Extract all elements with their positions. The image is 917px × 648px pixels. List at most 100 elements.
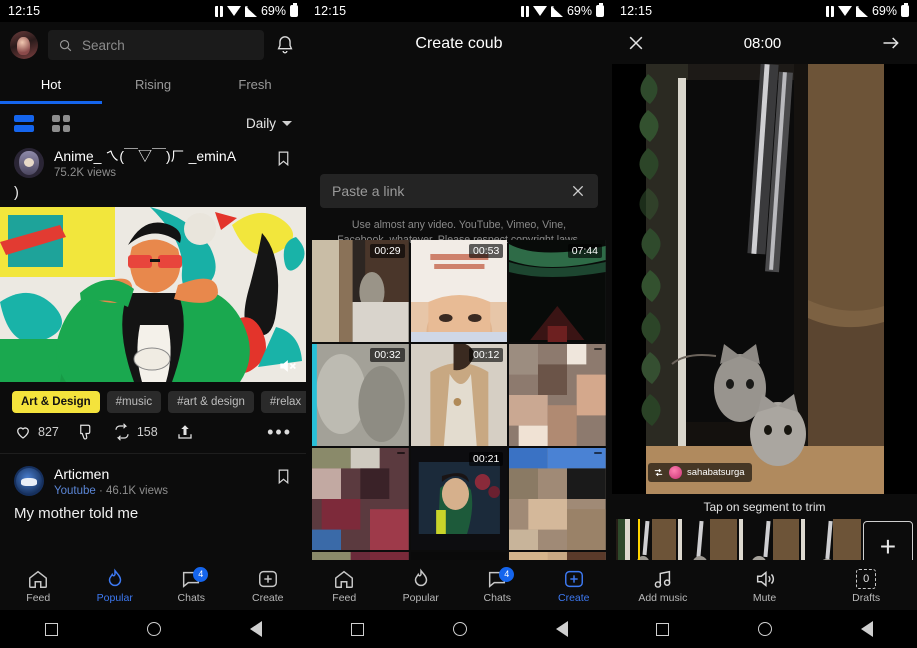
share-icon — [176, 423, 194, 441]
share-button[interactable] — [176, 423, 194, 441]
gallery-item[interactable] — [509, 344, 606, 446]
vibrate-icon — [215, 6, 223, 17]
nav-item-create[interactable]: Create — [536, 567, 613, 604]
video-preview[interactable]: sahabatsurga — [612, 64, 917, 494]
trim-screen: 12:15 69% 08:00 — [612, 0, 917, 648]
mute-icon[interactable] — [276, 356, 298, 376]
feed-tabs: Hot Rising Fresh — [0, 68, 306, 104]
nav-item-chats[interactable]: 4 Chats — [153, 567, 230, 604]
search-placeholder: Search — [82, 38, 125, 53]
recent-apps-icon[interactable] — [45, 623, 58, 636]
mute-button[interactable]: Mute — [714, 567, 816, 604]
post-media[interactable] — [0, 207, 306, 382]
duration-label: 00:32 — [370, 348, 404, 362]
gallery-item[interactable]: 00:29 — [312, 240, 409, 342]
duration-label: 00:21 — [469, 452, 503, 466]
close-icon[interactable] — [570, 183, 586, 199]
profile-avatar[interactable] — [10, 31, 38, 59]
nav-item-popular[interactable]: Popular — [383, 567, 460, 604]
plus-box-icon — [230, 567, 307, 591]
like-button[interactable]: 827 — [14, 423, 59, 441]
trim-duration: 08:00 — [744, 35, 782, 52]
close-icon[interactable] — [626, 33, 646, 53]
add-music-button[interactable]: Add music — [612, 567, 714, 604]
drafts-button[interactable]: 0 Drafts — [815, 567, 917, 604]
tab-rising[interactable]: Rising — [102, 68, 204, 104]
home-circle-icon[interactable] — [453, 622, 467, 636]
search-input[interactable]: Search — [48, 30, 264, 60]
system-nav-bar — [0, 610, 306, 648]
tag-category[interactable]: Art & Design — [12, 391, 100, 413]
status-time: 12:15 — [314, 4, 346, 18]
gallery-item[interactable]: 00:21 — [411, 448, 508, 550]
battery-percent: 69% — [261, 4, 286, 18]
gallery-item[interactable]: 00:53 — [411, 240, 508, 342]
watermark-avatar — [669, 466, 682, 479]
duration-label: 00:12 — [469, 348, 503, 362]
post-media-artwork — [0, 207, 306, 382]
gallery-item[interactable]: 00:32 — [312, 344, 409, 446]
like-count: 827 — [38, 425, 59, 439]
avatar[interactable] — [14, 466, 44, 496]
create-top-bar: Create coub — [306, 22, 612, 66]
chats-badge: 4 — [499, 567, 514, 582]
flame-icon — [383, 567, 460, 591]
home-circle-icon[interactable] — [758, 622, 772, 636]
nav-item-chats[interactable]: 4 Chats — [459, 567, 536, 604]
post-username[interactable]: Articmen — [54, 466, 265, 483]
paste-link-input[interactable]: Paste a link — [320, 174, 598, 208]
nav-item-create[interactable]: Create — [230, 567, 307, 604]
status-time: 12:15 — [8, 4, 40, 18]
avatar[interactable] — [14, 148, 44, 178]
post-header: Articmen Youtube · 46.1K views — [0, 460, 306, 499]
wifi-icon — [533, 6, 547, 16]
page-title: Create coub — [415, 35, 502, 53]
post-username[interactable]: Anime_ ㄟ(￣▽￣)ㄏ _eminA — [54, 148, 265, 165]
gallery-item[interactable]: 00:12 — [411, 344, 508, 446]
status-bar: 12:15 69% — [306, 0, 612, 22]
nav-item-feed[interactable]: Feed — [0, 567, 77, 604]
nav-label: Feed — [306, 592, 383, 604]
tool-label: Mute — [714, 592, 816, 604]
recoub-button[interactable]: 158 — [113, 423, 158, 441]
duration-label — [594, 452, 602, 454]
post-views: · 46.1K views — [99, 485, 168, 497]
gallery-item[interactable] — [509, 448, 606, 550]
tool-label: Drafts — [815, 592, 917, 604]
back-icon[interactable] — [861, 621, 873, 637]
system-nav-bar — [306, 610, 612, 648]
speaker-icon — [714, 567, 816, 591]
trim-top-bar: 08:00 — [612, 22, 917, 64]
nav-item-feed[interactable]: Feed — [306, 567, 383, 604]
tag-art-design[interactable]: #art & design — [168, 391, 254, 413]
bookmark-icon[interactable] — [275, 148, 292, 174]
gallery-item[interactable]: 07:44 — [509, 240, 606, 342]
more-options-icon[interactable]: ••• — [267, 427, 292, 437]
repost-icon — [653, 467, 664, 478]
signal-icon — [551, 6, 563, 17]
gallery-item[interactable] — [312, 448, 409, 550]
period-filter[interactable]: Daily — [246, 116, 292, 131]
system-nav-bar — [612, 610, 917, 648]
tag-music[interactable]: #music — [107, 391, 161, 413]
tag-relax[interactable]: #relax — [261, 391, 306, 413]
bell-icon[interactable] — [274, 34, 296, 56]
grid-view-icon[interactable] — [52, 115, 70, 132]
post-actions: 827 158 ••• — [0, 419, 306, 451]
list-view-icon[interactable] — [14, 115, 34, 132]
post-tags: Art & Design #music #art & design #relax — [0, 382, 306, 419]
tab-hot[interactable]: Hot — [0, 68, 102, 104]
tab-fresh[interactable]: Fresh — [204, 68, 306, 104]
bookmark-icon[interactable] — [275, 466, 292, 492]
nav-label: Chats — [153, 592, 230, 604]
dislike-button[interactable] — [77, 423, 95, 441]
home-icon — [306, 567, 383, 591]
back-icon[interactable] — [250, 621, 262, 637]
back-icon[interactable] — [556, 621, 568, 637]
recent-apps-icon[interactable] — [351, 623, 364, 636]
drafts-count: 0 — [856, 569, 876, 589]
recent-apps-icon[interactable] — [656, 623, 669, 636]
nav-item-popular[interactable]: Popular — [77, 567, 154, 604]
arrow-right-icon[interactable] — [879, 33, 903, 53]
home-circle-icon[interactable] — [147, 622, 161, 636]
